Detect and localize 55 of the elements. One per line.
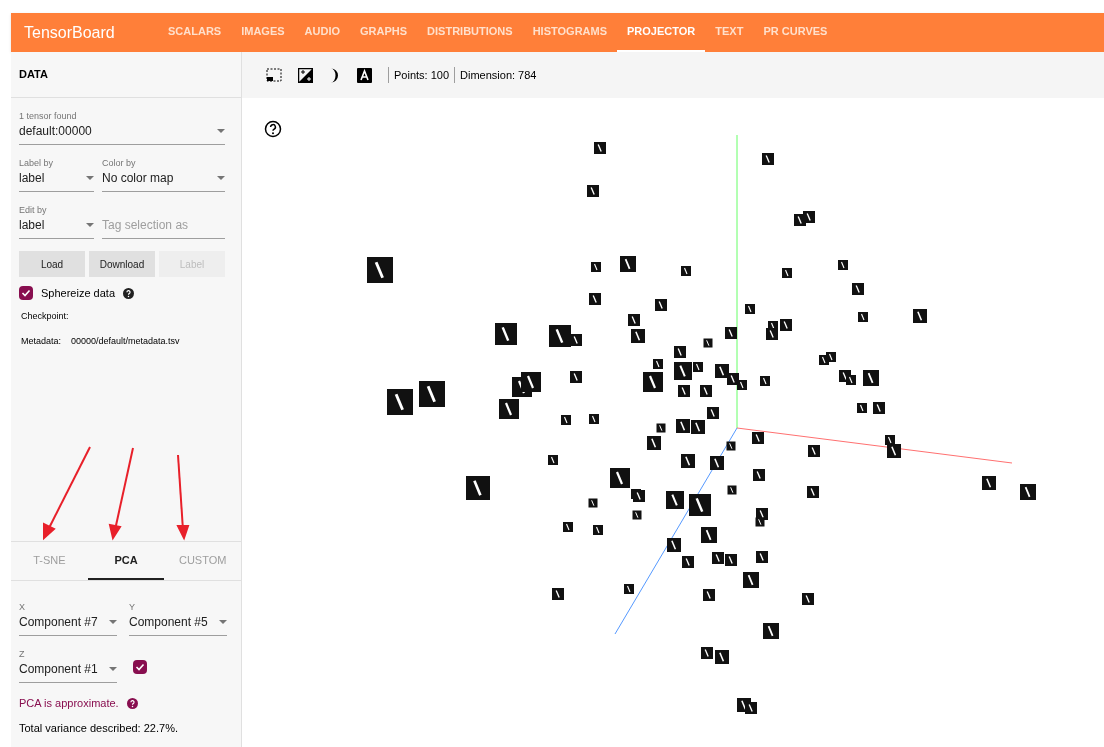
- field-label: X: [19, 601, 26, 613]
- nav-tab[interactable]: IMAGES: [231, 13, 295, 52]
- nav-tab[interactable]: PR CURVES: [753, 13, 838, 52]
- nav-tab[interactable]: AUDIO: [294, 13, 351, 52]
- x-component-dropdown[interactable]: Component #7: [19, 613, 117, 636]
- color-by-dropdown[interactable]: No color map: [102, 169, 225, 192]
- help-icon[interactable]: [126, 697, 138, 709]
- dimension-count: Dimension: 784: [460, 67, 537, 83]
- metadata-path: 00000/default/metadata.tsv: [71, 335, 180, 348]
- nav-tab[interactable]: HISTOGRAMS: [522, 13, 617, 52]
- field-label: 1 tensor found: [19, 110, 78, 122]
- caret-icon: [217, 176, 225, 180]
- field-label: Z: [19, 648, 26, 660]
- action-button[interactable]: Download: [89, 251, 155, 277]
- action-button[interactable]: Load: [19, 251, 85, 277]
- panel-title: DATA: [19, 67, 48, 83]
- contrast-icon[interactable]: [298, 67, 313, 83]
- help-icon[interactable]: [123, 287, 134, 299]
- edit-by-dropdown[interactable]: label: [19, 216, 94, 239]
- tag-input-field[interactable]: Tag selection as: [102, 216, 225, 239]
- caret-icon: [219, 620, 227, 624]
- metadata-label: Metadata:: [21, 335, 62, 348]
- z-component-dropdown[interactable]: Component #1: [19, 660, 117, 683]
- checkbox[interactable]: [133, 660, 147, 674]
- nav-tab[interactable]: SCALARS: [158, 13, 232, 52]
- help-circle-icon[interactable]: [264, 120, 282, 138]
- app-title: TensorBoard: [24, 22, 116, 43]
- checkpoint-label: Checkpoint:: [20, 309, 70, 323]
- label-by-dropdown[interactable]: label: [19, 169, 94, 192]
- projection-tab[interactable]: T-SNE: [11, 542, 88, 580]
- selection-icon[interactable]: [266, 68, 282, 82]
- projection-tab[interactable]: CUSTOM: [164, 542, 241, 580]
- field-label: Y: [129, 601, 136, 613]
- caret-icon: [109, 667, 117, 671]
- nav-tab[interactable]: TEXT: [705, 13, 754, 52]
- caret-icon: [86, 176, 94, 180]
- projection-tab[interactable]: PCA: [87, 542, 165, 580]
- field-label: Label by: [19, 157, 55, 169]
- label-icon[interactable]: [357, 67, 372, 83]
- field-label: Edit by: [19, 204, 48, 216]
- field-label: Color by: [102, 157, 137, 169]
- caret-icon: [109, 620, 117, 624]
- points-count: Points: 100: [394, 67, 450, 83]
- sphereize-label: Sphereize data: [41, 286, 115, 301]
- checkbox[interactable]: [19, 286, 33, 301]
- caret-icon: [86, 223, 94, 227]
- check-icon: [135, 662, 145, 672]
- nav-tab[interactable]: DISTRIBUTIONS: [417, 13, 523, 52]
- nav-tab[interactable]: GRAPHS: [350, 13, 418, 52]
- variance-text: Total variance described: 22.7%.: [19, 720, 179, 736]
- tensor-dropdown[interactable]: default:00000: [19, 122, 225, 145]
- y-component-dropdown[interactable]: Component #5: [129, 613, 227, 636]
- check-icon: [21, 288, 31, 299]
- pca-approximate-note: PCA is approximate.: [19, 696, 119, 711]
- caret-icon: [217, 129, 225, 133]
